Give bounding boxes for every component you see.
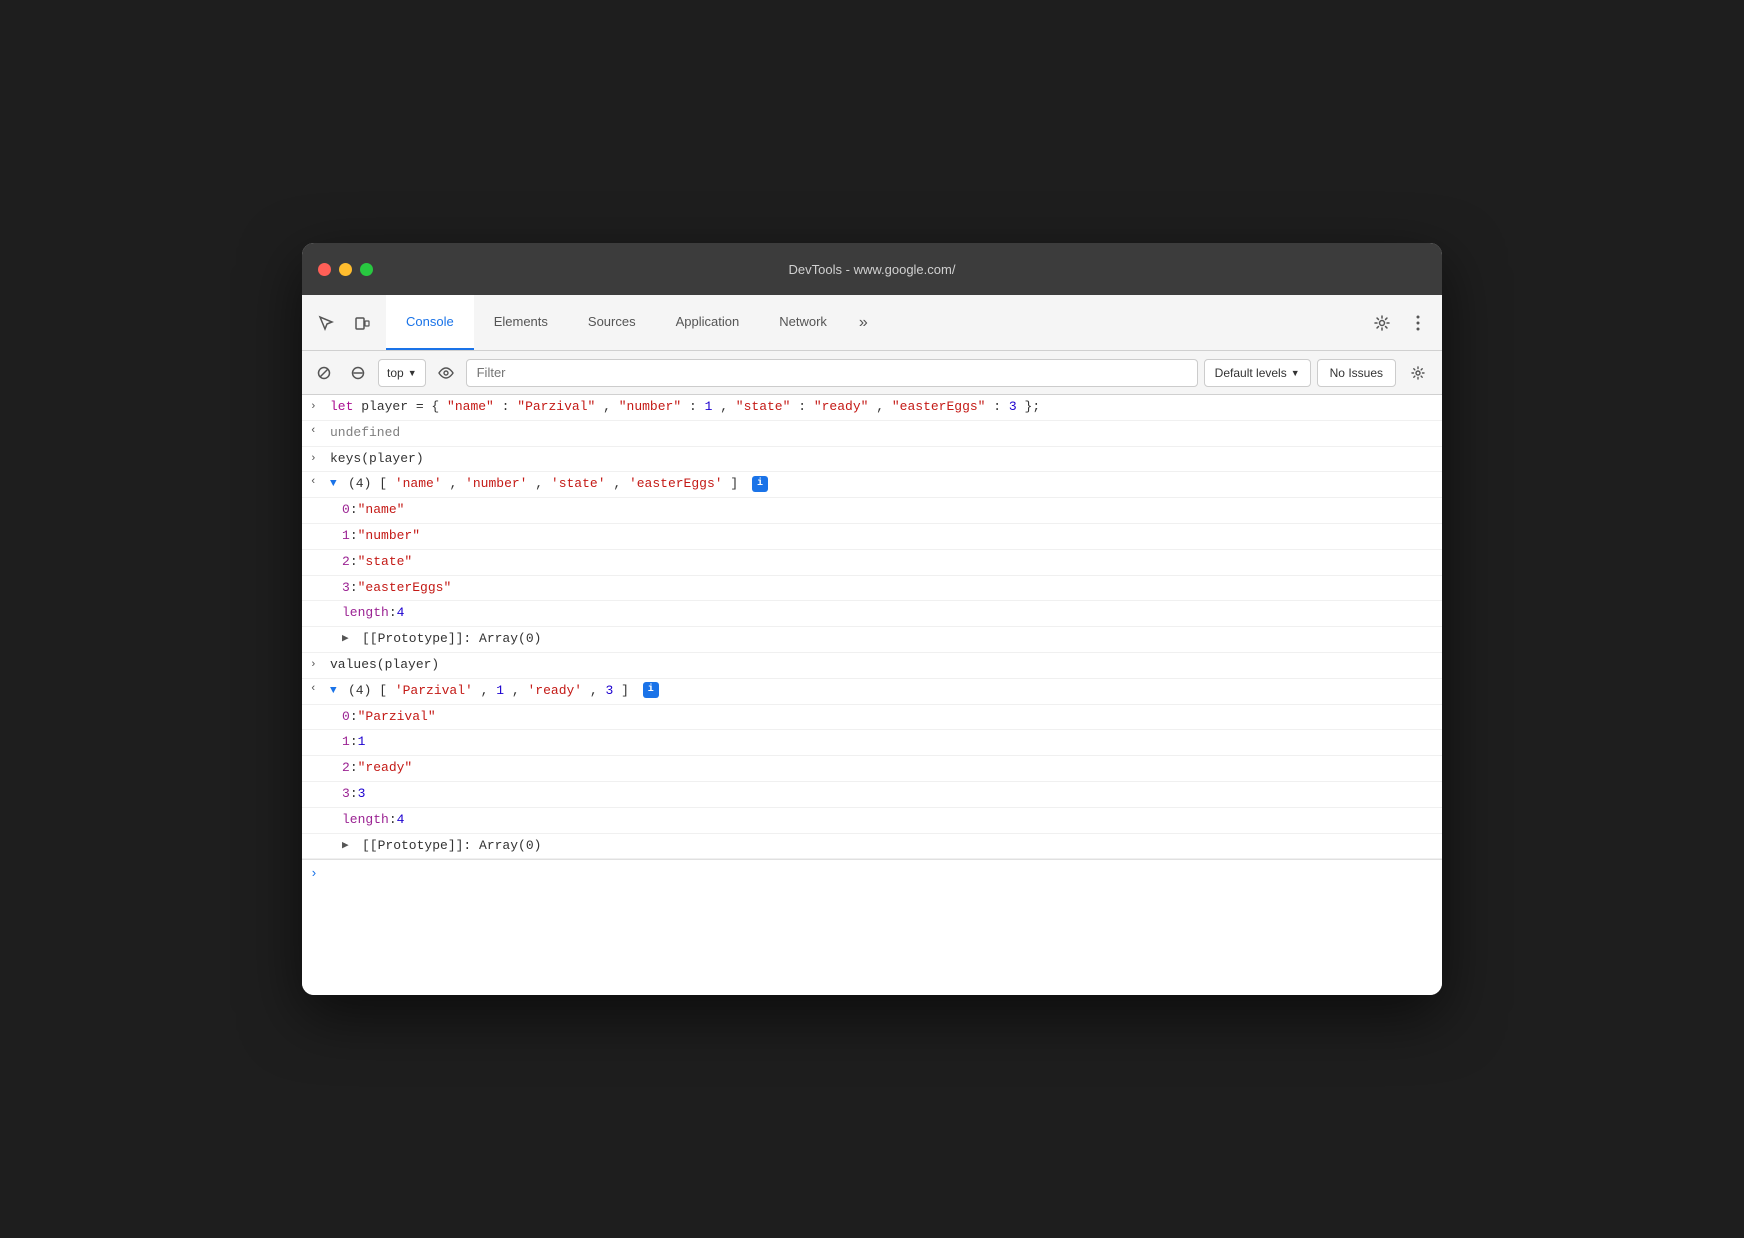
list-item: ▶ [[Prototype]]: Array(0) [302,627,1442,653]
list-item: ‹ undefined [302,421,1442,447]
maximize-button[interactable] [360,263,373,276]
console-settings-button[interactable] [1402,357,1434,389]
list-item: 2 : "ready" [302,756,1442,782]
console-code: values(player) [330,655,439,676]
expand-arrow-icon[interactable]: › [310,655,324,675]
filter-input[interactable] [466,359,1198,387]
back-arrow-icon: ‹ [310,474,324,492]
tab-network[interactable]: Network [759,295,847,350]
clear-console-button[interactable] [310,359,338,387]
list-item: › keys(player) [302,447,1442,473]
inspect-element-icon[interactable] [310,307,342,339]
levels-chevron-icon: ▼ [1291,368,1300,378]
levels-dropdown[interactable]: Default levels ▼ [1204,359,1311,387]
list-item: 3 : "easterEggs" [302,576,1442,602]
console-input[interactable] [324,867,1434,882]
info-badge[interactable]: i [752,476,768,492]
traffic-lights [318,263,373,276]
proto-expand-icon[interactable]: ▶ [342,836,356,856]
list-item: ▶ [[Prototype]]: Array(0) [302,834,1442,860]
input-prompt-icon: › [310,864,318,885]
window-title: DevTools - www.google.com/ [789,262,956,277]
tab-more[interactable]: » [847,295,880,350]
tab-elements[interactable]: Elements [474,295,568,350]
console-code: keys(player) [330,449,424,470]
proto-expand-icon[interactable]: ▶ [342,629,356,649]
console-output: › let player = { "name" : "Parzival" , "… [302,395,1442,995]
issues-button[interactable]: No Issues [1317,359,1396,387]
list-item: ‹ ▼ (4) [ 'Parzival' , 1 , 'ready' , 3 ]… [302,679,1442,705]
collapse-icon[interactable]: ▼ [330,474,344,494]
chevron-down-icon: ▼ [408,368,417,378]
console-input-area: › [302,859,1442,889]
tab-sources[interactable]: Sources [568,295,656,350]
console-code: let player = { "name" : "Parzival" , "nu… [330,397,1040,418]
list-item: 1 : "number" [302,524,1442,550]
list-item: 0 : "name" [302,498,1442,524]
back-arrow-icon: ‹ [310,681,324,699]
close-button[interactable] [318,263,331,276]
info-badge[interactable]: i [643,682,659,698]
list-item: 3 : 3 [302,782,1442,808]
tab-console[interactable]: Console [386,295,474,350]
block-icon[interactable] [344,359,372,387]
console-toolbar: top ▼ Default levels ▼ No Issues [302,351,1442,395]
list-item: › values(player) [302,653,1442,679]
tab-bar: Console Elements Sources Application Net… [302,295,1442,351]
list-item: 2 : "state" [302,550,1442,576]
array-header: (4) [ 'Parzival' , 1 , 'ready' , 3 ] i [348,681,659,702]
expand-arrow-icon[interactable]: › [310,449,324,469]
list-item: › let player = { "name" : "Parzival" , "… [302,395,1442,421]
settings-button[interactable] [1366,307,1398,339]
collapse-icon[interactable]: ▼ [330,681,344,701]
list-item: length : 4 [302,808,1442,834]
tabs: Console Elements Sources Application Net… [386,295,1366,350]
list-item: length : 4 [302,601,1442,627]
expand-arrow-icon[interactable]: › [310,397,324,417]
list-item: 1 : 1 [302,730,1442,756]
minimize-button[interactable] [339,263,352,276]
toolbar-left [310,295,378,350]
back-arrow-icon: ‹ [310,423,324,441]
list-item: 0 : "Parzival" [302,705,1442,731]
toolbar-right [1366,295,1434,350]
devtools-window: DevTools - www.google.com/ Console Eleme [302,243,1442,995]
tab-application[interactable]: Application [656,295,760,350]
title-bar: DevTools - www.google.com/ [302,243,1442,295]
customize-button[interactable] [1402,307,1434,339]
device-toolbar-icon[interactable] [346,307,378,339]
array-header: (4) [ 'name' , 'number' , 'state' , 'eas… [348,474,768,495]
list-item: ‹ ▼ (4) [ 'name' , 'number' , 'state' , … [302,472,1442,498]
eye-icon[interactable] [432,359,460,387]
console-result: undefined [330,423,400,444]
context-selector[interactable]: top ▼ [378,359,426,387]
